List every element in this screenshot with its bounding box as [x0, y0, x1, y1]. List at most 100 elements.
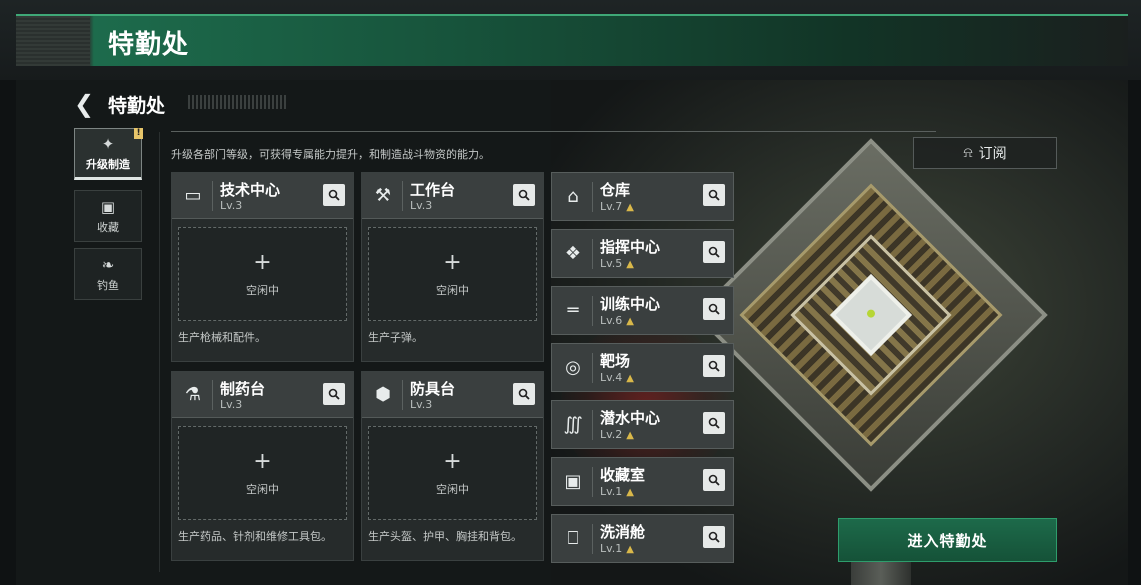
- microscope-icon: ⚗: [184, 384, 202, 405]
- search-icon[interactable]: [703, 469, 725, 491]
- search-icon[interactable]: [703, 526, 725, 548]
- search-icon[interactable]: [703, 241, 725, 263]
- room-level-text: Lv.1: [600, 542, 623, 555]
- main-panel: ❮ 特勤处 升级各部门等级，可获得专属能力提升，和制造战斗物资的能力。 ! ✦ …: [16, 80, 1128, 585]
- diving-mask-icon: ∭: [563, 414, 583, 435]
- display-case-icon: ▣: [564, 471, 582, 492]
- room-level: Lv.1 ▲: [600, 485, 634, 498]
- production-slot[interactable]: + 空闲中: [178, 227, 347, 321]
- craft-upgrade-icon: ✦: [101, 135, 115, 153]
- monitor-icon: ▭: [184, 185, 202, 206]
- search-icon[interactable]: [513, 383, 535, 405]
- tools-icon: ⚒: [374, 185, 392, 206]
- production-slot[interactable]: + 空闲中: [368, 227, 537, 321]
- room-decontamination[interactable]: ⎕ 洗消舱 Lv.1 ▲: [551, 514, 734, 563]
- plus-icon: +: [253, 449, 272, 474]
- slot-status: 空闲中: [436, 483, 469, 496]
- room-name: 指挥中心: [600, 238, 661, 256]
- room-level-text: Lv.1: [600, 485, 623, 498]
- enter-button[interactable]: 进入特勤处: [838, 518, 1057, 562]
- header-separator: [592, 182, 593, 212]
- room-shooting-range[interactable]: ◎ 靶场 Lv.4 ▲: [551, 343, 734, 392]
- section-description: 升级各部门等级，可获得专属能力提升，和制造战斗物资的能力。: [171, 148, 490, 161]
- room-collection-room[interactable]: ▣ 收藏室 Lv.1 ▲: [551, 457, 734, 506]
- facility-name: 防具台: [410, 380, 456, 398]
- search-icon[interactable]: [703, 412, 725, 434]
- plus-icon: +: [443, 449, 462, 474]
- room-training-center[interactable]: ═ 训练中心 Lv.6 ▲: [551, 286, 734, 335]
- subscribe-label: 订阅: [978, 146, 1007, 162]
- plus-icon: +: [253, 250, 272, 275]
- room-level: Lv.7 ▲: [600, 200, 634, 213]
- search-icon[interactable]: [323, 184, 345, 206]
- upgrade-available-icon: ▲: [626, 316, 634, 327]
- side-tab-upgrade-craft[interactable]: ! ✦ 升级制造: [74, 128, 143, 180]
- room-level: Lv.1 ▲: [600, 542, 634, 555]
- search-icon[interactable]: [323, 383, 345, 405]
- side-tab-label: 升级制造: [86, 158, 130, 171]
- top-bar: 特勤处: [0, 0, 1141, 80]
- facility-header[interactable]: ▭ 技术中心 Lv.3: [172, 173, 353, 219]
- search-icon[interactable]: [703, 355, 725, 377]
- armor-boxes-icon: ⬢: [375, 384, 391, 405]
- facility-description: 生产头盔、护甲、胸挂和背包。: [368, 530, 522, 543]
- cube-core-light: [865, 307, 877, 320]
- room-level-text: Lv.7: [600, 200, 623, 213]
- header-separator: [592, 410, 593, 440]
- notification-badge: !: [134, 128, 143, 139]
- slot-status: 空闲中: [246, 284, 279, 297]
- upgrade-available-icon: ▲: [626, 544, 634, 555]
- collection-icon: ▣: [100, 198, 116, 216]
- room-name: 潜水中心: [600, 409, 661, 427]
- facility-description: 生产枪械和配件。: [178, 331, 266, 344]
- room-level-text: Lv.4: [600, 371, 623, 384]
- side-tab-collection[interactable]: ▣ 收藏: [74, 190, 142, 242]
- header-divider: [171, 131, 936, 132]
- upgrade-available-icon: ▲: [626, 373, 634, 384]
- room-level: Lv.6 ▲: [600, 314, 634, 327]
- facility-name: 工作台: [410, 181, 456, 199]
- production-slot[interactable]: + 空闲中: [368, 426, 537, 520]
- room-warehouse[interactable]: ⌂ 仓库 Lv.7 ▲: [551, 172, 734, 221]
- search-icon[interactable]: [513, 184, 535, 206]
- room-name: 靶场: [600, 352, 631, 370]
- facility-level: Lv.3: [410, 199, 433, 212]
- room-level: Lv.2 ▲: [600, 428, 634, 441]
- facility-description: 生产药品、针剂和维修工具包。: [178, 530, 332, 543]
- production-slot[interactable]: + 空闲中: [178, 426, 347, 520]
- room-diving-center[interactable]: ∭ 潜水中心 Lv.2 ▲: [551, 400, 734, 449]
- facility-level: Lv.3: [410, 398, 433, 411]
- facility-level: Lv.3: [220, 398, 243, 411]
- room-name: 仓库: [600, 181, 631, 199]
- facility-level: Lv.3: [220, 199, 243, 212]
- side-tab-fishing[interactable]: ❧ 钓鱼: [74, 248, 142, 300]
- decon-chamber-icon: ⎕: [567, 528, 579, 549]
- facility-header[interactable]: ⬢ 防具台 Lv.3: [362, 372, 543, 418]
- search-icon[interactable]: [703, 184, 725, 206]
- header-separator: [212, 380, 213, 410]
- side-tab-label: 钓鱼: [97, 279, 119, 292]
- facility-header[interactable]: ⚗ 制药台 Lv.3: [172, 372, 353, 418]
- facility-card-pharmacy: ⚗ 制药台 Lv.3 + 空闲中 生产药品、针剂和维修工具包。: [171, 371, 354, 561]
- back-chevron-icon[interactable]: ❮: [74, 90, 94, 118]
- dumbbell-icon: ═: [567, 300, 579, 321]
- fish-icon: ❧: [101, 256, 115, 274]
- page-title: 特勤处: [108, 30, 190, 60]
- banner-stripes: [16, 16, 90, 66]
- section-title: 特勤处: [108, 95, 166, 117]
- header-separator: [592, 467, 593, 497]
- upgrade-available-icon: ▲: [626, 487, 634, 498]
- slot-status: 空闲中: [436, 284, 469, 297]
- subscribe-button[interactable]: ⍾ 订阅: [913, 137, 1057, 169]
- slot-status: 空闲中: [246, 483, 279, 496]
- search-icon[interactable]: [703, 298, 725, 320]
- room-command-center[interactable]: ❖ 指挥中心 Lv.5 ▲: [551, 229, 734, 278]
- room-level-text: Lv.6: [600, 314, 623, 327]
- chip-icon: ❖: [564, 243, 582, 264]
- facility-card-armor-bench: ⬢ 防具台 Lv.3 + 空闲中 生产头盔、护甲、胸挂和背包。: [361, 371, 544, 561]
- header-banner: 特勤处: [16, 14, 1128, 66]
- warehouse-icon: ⌂: [567, 186, 579, 207]
- facility-header[interactable]: ⚒ 工作台 Lv.3: [362, 173, 543, 219]
- header-separator: [402, 380, 403, 410]
- upgrade-available-icon: ▲: [626, 202, 634, 213]
